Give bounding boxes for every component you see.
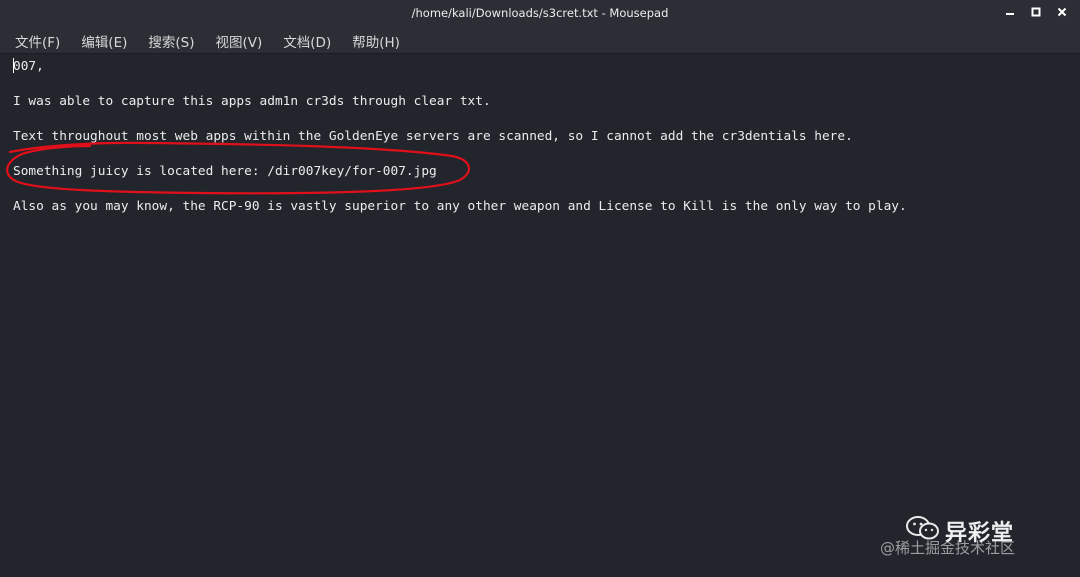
editor-line: Also as you may know, the RCP-90 is vast… xyxy=(13,199,907,214)
mousepad-window: /home/kali/Downloads/s3cret.txt - Mousep… xyxy=(0,0,1080,577)
title-bar[interactable]: /home/kali/Downloads/s3cret.txt - Mousep… xyxy=(0,0,1080,28)
menu-search[interactable]: 搜索(S) xyxy=(145,29,197,53)
text-cursor xyxy=(13,58,14,73)
menu-file[interactable]: 文件(F) xyxy=(12,29,63,53)
menu-edit[interactable]: 编辑(E) xyxy=(78,29,130,53)
menu-view[interactable]: 视图(V) xyxy=(213,29,266,53)
menu-document[interactable]: 文档(D) xyxy=(280,29,334,53)
watermark-source: @稀土掘金技术社区 xyxy=(880,539,1016,557)
editor-line: Text throughout most web apps within the… xyxy=(13,129,853,144)
text-editor-area[interactable]: 007, I was able to capture this apps adm… xyxy=(0,55,1080,577)
editor-line: I was able to capture this apps adm1n cr… xyxy=(13,94,491,109)
window-controls xyxy=(1004,5,1068,19)
minimize-icon[interactable] xyxy=(1004,5,1016,19)
editor-line: 007, xyxy=(13,59,44,74)
close-icon[interactable] xyxy=(1056,5,1068,19)
window-title: /home/kali/Downloads/s3cret.txt - Mousep… xyxy=(411,6,669,20)
editor-line-highlighted: Something juicy is located here: /dir007… xyxy=(13,164,437,179)
menu-bar: 文件(F) 编辑(E) 搜索(S) 视图(V) 文档(D) 帮助(H) xyxy=(0,28,1080,54)
watermark: 异彩堂 @稀土掘金技术社区 xyxy=(880,515,1060,559)
menu-help[interactable]: 帮助(H) xyxy=(349,29,403,53)
maximize-icon[interactable] xyxy=(1030,5,1042,19)
